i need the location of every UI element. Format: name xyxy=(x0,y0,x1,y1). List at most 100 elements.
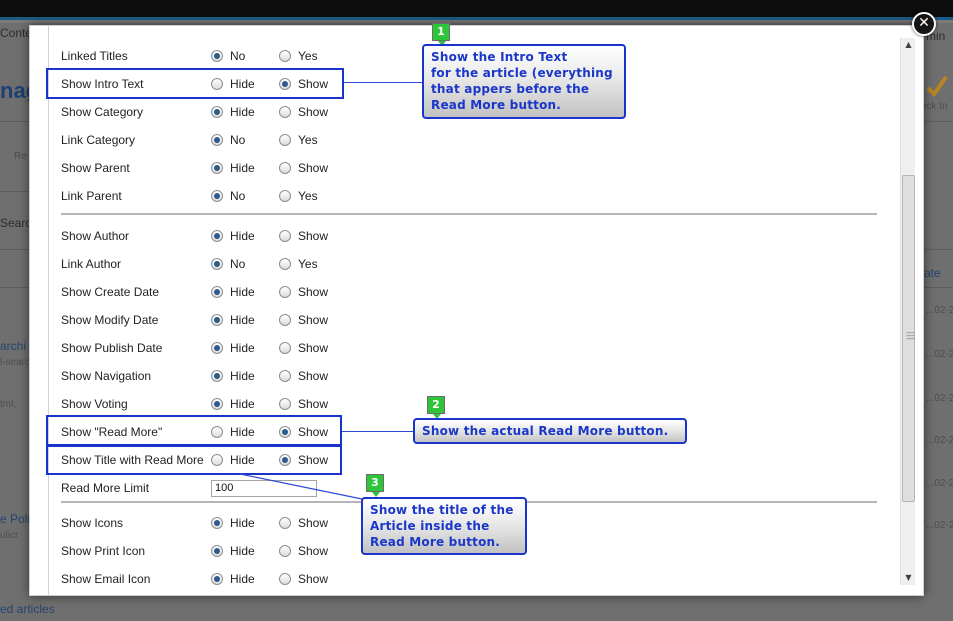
option-yes[interactable]: Yes xyxy=(279,189,347,203)
bg-article-link-1: archi xyxy=(0,339,27,353)
option-hide[interactable]: Hide xyxy=(211,161,279,175)
radio-hide[interactable] xyxy=(211,573,223,585)
option-hide[interactable]: Hide xyxy=(211,544,279,558)
option-hide[interactable]: Hide xyxy=(211,341,279,355)
radio-hide[interactable] xyxy=(211,230,223,242)
option-hide[interactable]: Hide xyxy=(211,229,279,243)
option-row-link-category: Link Category No Yes xyxy=(61,130,347,150)
radio-yes[interactable] xyxy=(279,50,291,62)
radio-show[interactable] xyxy=(279,106,291,118)
option-show[interactable]: Show xyxy=(279,572,347,586)
option-hide[interactable]: Hide xyxy=(211,572,279,586)
option-hide[interactable]: Hide xyxy=(211,313,279,327)
option-label: Show Print Icon xyxy=(61,544,146,558)
radio-show[interactable] xyxy=(279,573,291,585)
bg-footer-link: ed articles xyxy=(0,602,55,616)
bg-divider xyxy=(923,249,953,250)
radio-show[interactable] xyxy=(279,230,291,242)
option-label: Show Author xyxy=(61,229,130,243)
radio-hide[interactable] xyxy=(211,314,223,326)
option-row-link-parent: Link Parent No Yes xyxy=(61,186,347,206)
option-hide[interactable]: Hide xyxy=(211,369,279,383)
option-hide[interactable]: Hide xyxy=(211,397,279,411)
background-top-bar xyxy=(0,0,953,20)
callout-line: Show the actual Read More button. xyxy=(422,424,669,438)
vertical-scrollbar[interactable]: ▲ — — — ▼ xyxy=(900,38,915,585)
radio-yes[interactable] xyxy=(279,258,291,270)
radio-no[interactable] xyxy=(211,190,223,202)
option-label: Link Category xyxy=(61,133,136,147)
option-show[interactable]: Show xyxy=(279,369,347,383)
grip-icon: — — — xyxy=(906,328,915,344)
bg-article-alias-3: ulicr xyxy=(0,530,19,541)
option-show[interactable]: Show xyxy=(279,313,347,327)
option-row-linked-titles: Linked Titles No Yes xyxy=(61,46,347,66)
bg-date-1: ...02-2 xyxy=(926,305,953,316)
option-yes[interactable]: Yes xyxy=(279,49,347,63)
option-show[interactable]: Show xyxy=(279,341,347,355)
option-row-show-create-date: Show Create Date Hide Show xyxy=(61,282,347,302)
option-no[interactable]: No xyxy=(211,133,279,147)
option-no[interactable]: No xyxy=(211,189,279,203)
option-show[interactable]: Show xyxy=(279,161,347,175)
option-no[interactable]: No xyxy=(211,49,279,63)
callout-line: that appers before the xyxy=(431,82,590,96)
option-show[interactable]: Show xyxy=(279,285,347,299)
option-show[interactable]: Show xyxy=(279,397,347,411)
radio-hide[interactable] xyxy=(211,286,223,298)
bg-date-4: ...02-2 xyxy=(926,435,953,446)
option-hide[interactable]: Hide xyxy=(211,516,279,530)
callout-connector-2 xyxy=(342,431,413,432)
radio-show[interactable] xyxy=(279,286,291,298)
bg-divider xyxy=(0,249,30,250)
radio-yes[interactable] xyxy=(279,190,291,202)
section-divider xyxy=(61,213,877,215)
scroll-down-icon[interactable]: ▼ xyxy=(901,571,916,585)
radio-hide[interactable] xyxy=(211,162,223,174)
radio-show[interactable] xyxy=(279,545,291,557)
radio-no[interactable] xyxy=(211,258,223,270)
radio-hide[interactable] xyxy=(211,342,223,354)
option-hide[interactable]: Hide xyxy=(211,285,279,299)
option-label: Show Navigation xyxy=(61,369,152,383)
bg-column-date: ate xyxy=(924,266,941,280)
radio-hide[interactable] xyxy=(211,398,223,410)
radio-show[interactable] xyxy=(279,398,291,410)
option-show[interactable]: Show xyxy=(279,105,347,119)
bg-search-label: Searc xyxy=(0,216,32,230)
option-no[interactable]: No xyxy=(211,257,279,271)
radio-show[interactable] xyxy=(279,162,291,174)
option-show[interactable]: Show xyxy=(279,229,347,243)
option-hide[interactable]: Hide xyxy=(211,105,279,119)
option-row-show-email-icon: Show Email Icon Hide Show xyxy=(61,569,347,589)
radio-hide[interactable] xyxy=(211,370,223,382)
option-show[interactable]: Show xyxy=(279,544,347,558)
option-yes[interactable]: Yes xyxy=(279,133,347,147)
option-show[interactable]: Show xyxy=(279,516,347,530)
scrollbar-thumb[interactable]: — — — xyxy=(902,175,915,502)
radio-show[interactable] xyxy=(279,370,291,382)
radio-no[interactable] xyxy=(211,50,223,62)
radio-hide[interactable] xyxy=(211,545,223,557)
option-row-show-navigation: Show Navigation Hide Show xyxy=(61,366,347,386)
bg-article-alias-2: tml, xyxy=(0,399,17,410)
radio-yes[interactable] xyxy=(279,134,291,146)
radio-show[interactable] xyxy=(279,314,291,326)
read-more-limit-input[interactable] xyxy=(211,479,317,497)
radio-no[interactable] xyxy=(211,134,223,146)
radio-hide[interactable] xyxy=(211,106,223,118)
radio-hide[interactable] xyxy=(211,517,223,529)
option-label: Show Email Icon xyxy=(61,572,151,586)
option-label: Show Publish Date xyxy=(61,341,163,355)
option-label: Show Parent xyxy=(61,161,130,175)
option-yes[interactable]: Yes xyxy=(279,257,347,271)
option-label: Linked Titles xyxy=(61,49,128,63)
checkin-icon xyxy=(926,75,948,98)
radio-show[interactable] xyxy=(279,342,291,354)
radio-show[interactable] xyxy=(279,517,291,529)
option-label: Read More Limit xyxy=(61,481,150,495)
callout-line: Read More button. xyxy=(370,535,501,549)
highlight-show-title-read-more xyxy=(46,445,342,475)
close-icon[interactable]: ✕ xyxy=(912,12,936,36)
scroll-up-icon[interactable]: ▲ xyxy=(901,38,916,52)
